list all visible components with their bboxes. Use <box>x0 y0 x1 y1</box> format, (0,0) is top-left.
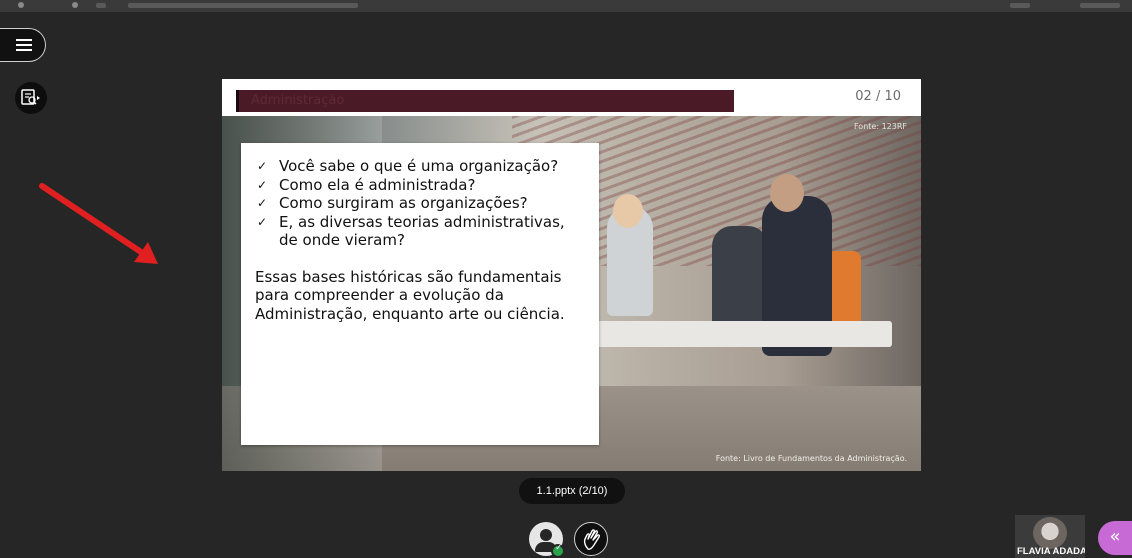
slide-title: Administração <box>251 93 345 108</box>
chevron-double-left-icon: « <box>1109 526 1121 547</box>
presentation-slide: Administração 02 / 10 Fonte: 123RF Fonte… <box>222 79 921 471</box>
status-available-icon <box>551 543 565 558</box>
slide-page-number: 02 / 10 <box>855 89 901 104</box>
browser-top-bar <box>0 0 1132 12</box>
top-bar-dot <box>72 2 78 8</box>
top-bar-segment <box>1080 3 1120 8</box>
raise-hand-button[interactable] <box>574 522 608 556</box>
slide-paragraph: Essas bases históricas são fundamentais … <box>255 267 565 323</box>
top-bar-segment <box>128 3 358 8</box>
check-icon: ✓ <box>257 159 268 173</box>
my-status-button[interactable] <box>529 522 565 558</box>
top-bar-segment <box>96 3 106 8</box>
slide-title-bar: Administração <box>236 90 734 112</box>
check-icon: ✓ <box>257 177 268 192</box>
check-icon: ✓ <box>257 196 268 210</box>
user-avatar-icon <box>540 529 552 541</box>
slide-header: Administração 02 / 10 <box>222 79 921 116</box>
slide-notes-icon <box>21 89 40 105</box>
list-item: ✓ Como ela é administrada? <box>257 175 476 194</box>
slide-notes-button[interactable] <box>15 82 47 114</box>
participant-avatar <box>1033 517 1067 549</box>
menu-button[interactable] <box>0 28 46 62</box>
check-icon: ✓ <box>257 214 268 229</box>
photo-credit-top: Fonte: 123RF <box>853 122 907 131</box>
list-item: ✓ Você sabe o que é uma organização? <box>257 157 559 175</box>
file-slide-indicator[interactable]: 1.1.pptx (2/10) <box>519 478 625 504</box>
annotation-arrow <box>39 183 158 264</box>
participant-name: FLAVIA ADADA <box>1017 546 1085 557</box>
top-bar-segment <box>1010 3 1030 8</box>
list-item: ✓ E, as diversas teorias administrativas,… <box>257 212 565 250</box>
collapse-panel-button[interactable]: « <box>1098 521 1132 555</box>
top-bar-dot <box>18 2 24 8</box>
question-list: ✓ Você sabe o que é uma organização? ✓ Com… <box>241 143 599 250</box>
participant-tile[interactable]: FLAVIA ADADA <box>1015 515 1085 558</box>
raise-hand-icon <box>583 529 600 550</box>
list-item: ✓ Como surgiram as organizações? <box>257 194 528 212</box>
slide-text-box: ✓ Você sabe o que é uma organização? ✓ Com… <box>241 143 599 445</box>
photo-credit-bottom: Fonte: Livro de Fundamentos da Administr… <box>715 454 907 463</box>
hamburger-menu-icon <box>16 39 32 41</box>
